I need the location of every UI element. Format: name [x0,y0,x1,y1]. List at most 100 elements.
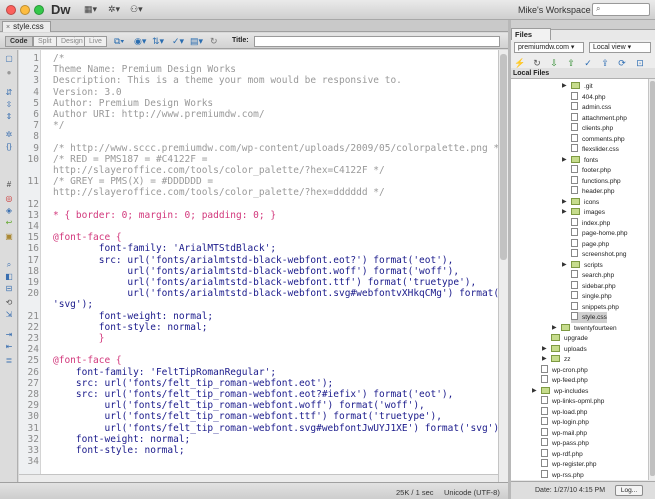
page-title-input[interactable] [254,36,500,47]
folder-item[interactable]: ▶ images [562,207,605,218]
expand-arrow-icon[interactable]: ▶ [562,207,567,218]
file-item[interactable]: header.php [571,186,615,197]
code-line[interactable]: 24 [19,344,498,355]
workspace-switcher[interactable]: Mike's Workspace ▾ [518,5,598,16]
scroll-thumb[interactable] [650,81,655,476]
extensions-icon[interactable]: ⚇▾ [130,4,143,15]
code-line[interactable]: 6 Author URI: http://www.premiumdw.com/ [19,109,498,120]
collapse-selection-icon[interactable]: ⇳ [3,100,15,110]
zoom-window-button[interactable] [34,5,44,15]
site-select[interactable]: premiumdw.com ▾ [514,42,584,53]
file-item[interactable]: wp-cron.php [541,364,588,376]
code-line[interactable]: http://slayeroffice.com/tools/color_pale… [19,165,498,176]
apply-comment-icon[interactable]: ⌕ [3,260,15,270]
expand-arrow-icon[interactable]: ▶ [562,155,567,166]
layout-icon[interactable]: ▦▾ [84,4,97,15]
file-tree[interactable]: ▶ .git 404.php admin.css attachment.php clien… [511,79,648,480]
file-management-icon[interactable]: ⇅▾ [152,36,164,47]
folder-item[interactable]: ▶ uploads [542,344,587,355]
view-select[interactable]: Local view ▾ [589,42,651,53]
code-line[interactable]: 14 [19,221,498,232]
file-item[interactable]: wp-login.php [541,417,589,428]
code-editor[interactable]: 1 /* 2 Theme Name: Premium Design Works 3 Des… [19,50,498,482]
gear-icon[interactable]: ✲▾ [108,4,120,15]
editor-vertical-scrollbar[interactable] [498,50,508,482]
file-item[interactable]: screenshot.png [571,249,626,260]
code-line[interactable]: 9 /* http://www.sccc.premiumdw.com/wp-con… [19,143,498,154]
expand-arrow-icon[interactable]: ▶ [562,197,567,208]
expand-arrow-icon[interactable]: ▶ [562,81,567,92]
code-line[interactable]: 16 font-family: 'ArialMTStdBlack'; [19,243,498,254]
file-item[interactable]: wp-load.php [541,406,587,418]
code-line[interactable]: 26 font-family: 'FeltTipRomanRegular'; [19,367,498,378]
line-numbers-icon[interactable]: # [3,180,15,190]
code-line[interactable]: 7 */ [19,120,498,131]
indent-code-icon[interactable]: ⇥ [3,330,15,340]
code-line[interactable]: 3 Description: This is a theme your mom w… [19,75,498,86]
folder-item[interactable]: ▶ fonts [562,155,598,166]
code-line[interactable]: 18 url('fonts/arialmtstd-black-webfont.w… [19,266,498,277]
file-item[interactable]: wp-pass.php [541,438,589,449]
tab-style-css[interactable]: × style.css [2,21,51,32]
move-css-icon[interactable]: ⇲ [3,310,15,320]
file-item[interactable]: style.css [571,312,607,323]
file-item[interactable]: attachment.php [571,112,627,124]
file-item[interactable]: wp-feed.php [541,375,588,386]
code-line[interactable]: 20 url('fonts/arialmtstd-black-webfont.s… [19,288,498,299]
file-item[interactable]: index.php [571,217,610,229]
code-line[interactable]: 'svg'); [19,299,498,310]
code-line[interactable]: 30 url('fonts/felt_tip_roman-webfont.ttf… [19,411,498,422]
code-line[interactable]: http://slayeroffice.com/tools/color_pale… [19,187,498,198]
folder-item[interactable]: ▶ .git [562,81,593,92]
file-item[interactable]: functions.php [571,175,621,187]
expand-all-icon[interactable]: ⇕ [3,112,15,122]
live-view-button[interactable]: Live [84,36,107,47]
editor-horizontal-scrollbar[interactable] [19,474,498,482]
wrap-tag-icon[interactable]: ⊟ [3,284,15,294]
expand-arrow-icon[interactable]: ▶ [552,323,557,334]
word-wrap-icon[interactable]: ↩ [3,218,15,228]
file-item[interactable]: admin.css [571,102,611,113]
code-line[interactable]: 31 url('fonts/felt_tip_roman-webfont.svg… [19,423,498,434]
visual-aids-icon[interactable]: ▤▾ [190,36,203,47]
file-item[interactable]: wp-links-opml.php [541,396,604,407]
close-icon[interactable]: × [6,24,10,31]
highlight-invalid-code-icon[interactable]: ◎ [3,194,15,204]
code-line[interactable]: 4 Version: 3.0 [19,87,498,98]
code-line[interactable]: 15 @font-face { [19,232,498,243]
code-line[interactable]: 12 [19,199,498,210]
split-view-button[interactable]: Split [33,36,57,47]
syntax-error-alerts-icon[interactable]: ◈ [3,206,15,216]
file-tree-scrollbar[interactable] [648,79,655,480]
info-bar-icon[interactable]: ▣ [3,232,15,242]
encoding-status[interactable]: Unicode (UTF-8) [444,488,500,497]
folder-item[interactable]: ▶ icons [562,197,599,208]
code-line[interactable]: 5 Author: Premium Design Works [19,98,498,109]
help-search-input[interactable]: ⌕ [592,3,650,16]
file-item[interactable]: 404.php [571,91,606,103]
file-item[interactable]: clients.php [571,123,613,134]
file-item[interactable]: single.php [571,291,612,302]
remove-comment-icon[interactable]: ◧ [3,272,15,282]
scroll-thumb[interactable] [500,54,507,260]
expand-arrow-icon[interactable]: ▶ [542,344,547,355]
expand-arrow-icon[interactable]: ▶ [562,260,567,271]
code-line[interactable]: 1 /* [19,53,498,64]
code-line[interactable]: 17 src: url('fonts/arialmtstd-black-webf… [19,255,498,266]
code-line[interactable]: 13 * { border: 0; margin: 0; padding: 0; … [19,210,498,221]
code-line[interactable]: 10 /* RED = PMS187 = #C4122F = [19,154,498,165]
code-line[interactable]: 19 url('fonts/arialmtstd-black-webfont.t… [19,277,498,288]
collapse-tag-icon[interactable]: ⇵ [3,88,15,98]
file-item[interactable]: footer.php [571,165,611,176]
log-button[interactable]: Log... [615,485,643,496]
code-line[interactable]: 23 } [19,333,498,344]
code-line[interactable]: 22 font-style: normal; [19,322,498,333]
code-line[interactable]: 2 Theme Name: Premium Design Works [19,64,498,75]
close-window-button[interactable] [6,5,16,15]
file-item[interactable]: page-home.php [571,228,628,239]
folder-item[interactable]: ▶ wp-includes [532,386,588,397]
file-item[interactable]: page.php [571,238,609,250]
outdent-code-icon[interactable]: ⇤ [3,342,15,352]
code-line[interactable]: 21 font-weight: normal; [19,311,498,322]
code-line[interactable]: 8 [19,131,498,142]
